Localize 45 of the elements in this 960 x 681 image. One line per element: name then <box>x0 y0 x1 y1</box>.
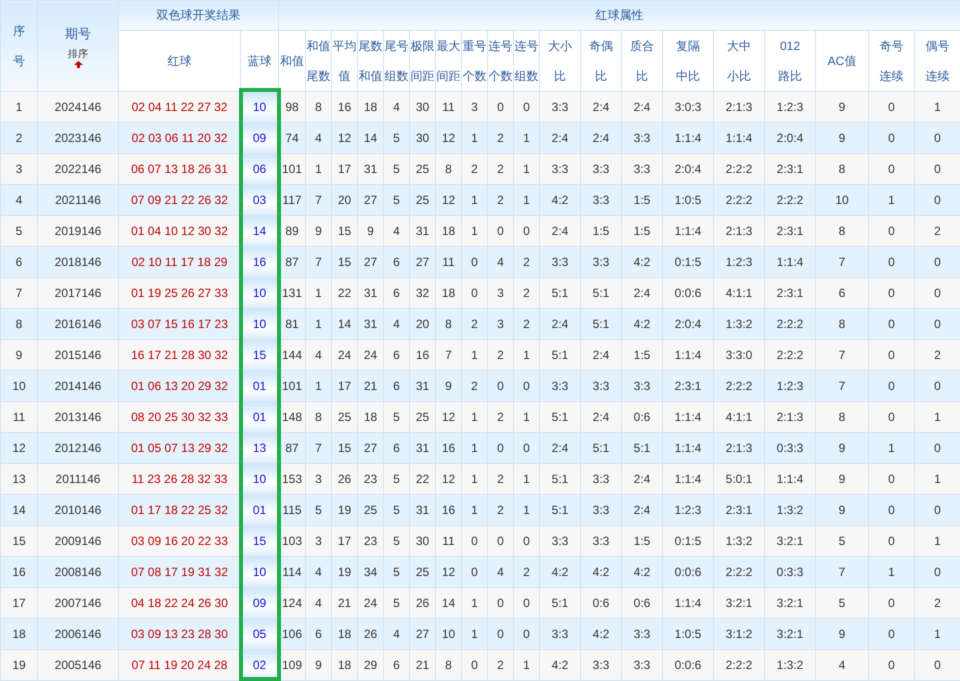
table-cell: 0 <box>462 650 488 680</box>
table-cell: 9 <box>306 650 332 680</box>
column-header: 连号 个数 <box>488 30 514 92</box>
column-header: 极限 间距 <box>410 30 436 92</box>
table-cell: 4:2 <box>540 650 580 680</box>
column-header: 重号 个数 <box>462 30 488 92</box>
column-header: 质合 比 <box>622 30 662 92</box>
column-header: 尾号 组数 <box>384 30 410 92</box>
column-header: 连号 组数 <box>514 30 540 92</box>
column-header: 大中 小比 <box>714 30 764 92</box>
column-header: 复隔 中比 <box>662 30 714 92</box>
issue-number: 2005146 <box>38 650 118 680</box>
column-header: 和值 尾数 <box>306 30 332 92</box>
group-header: 双色球开奖结果 <box>118 0 278 30</box>
table-cell: 4 <box>816 650 868 680</box>
table-cell: 0 <box>868 650 914 680</box>
table-cell: 21 <box>410 650 436 680</box>
table-cell: 29 <box>358 650 384 680</box>
column-header: 红球 <box>118 30 240 92</box>
column-header: 大小 比 <box>540 30 580 92</box>
table-cell: 8 <box>436 650 462 680</box>
column-header: 平均 值 <box>332 30 358 92</box>
table-cell: 6 <box>384 650 410 680</box>
table-cell: 0:0:6 <box>662 650 714 680</box>
table-cell: 109 <box>278 650 306 680</box>
column-header: 序 号 <box>0 0 38 92</box>
column-header: 偶号 连续 <box>914 30 960 92</box>
column-header: 最大 间距 <box>436 30 462 92</box>
table-cell: 2 <box>488 650 514 680</box>
table-cell: 2:2:2 <box>714 650 764 680</box>
column-header: 期号 <box>65 24 91 42</box>
table-cell: 1 <box>514 650 540 680</box>
column-header: 奇偶 比 <box>580 30 622 92</box>
sort-button[interactable]: 排序 <box>67 48 89 68</box>
table-cell: 3:3 <box>580 650 622 680</box>
column-header: AC值 <box>816 30 868 92</box>
table-cell: 18 <box>332 650 358 680</box>
column-header: 012 路比 <box>764 30 816 92</box>
table-cell: 3:3 <box>622 650 662 680</box>
column-header: 奇号 连续 <box>868 30 914 92</box>
column-header: 尾数 和值 <box>358 30 384 92</box>
group-header: 红球属性 <box>278 0 960 30</box>
column-header: 和值 <box>278 30 306 92</box>
table-cell: 1:3:2 <box>764 650 816 680</box>
row-number: 19 <box>0 650 38 680</box>
